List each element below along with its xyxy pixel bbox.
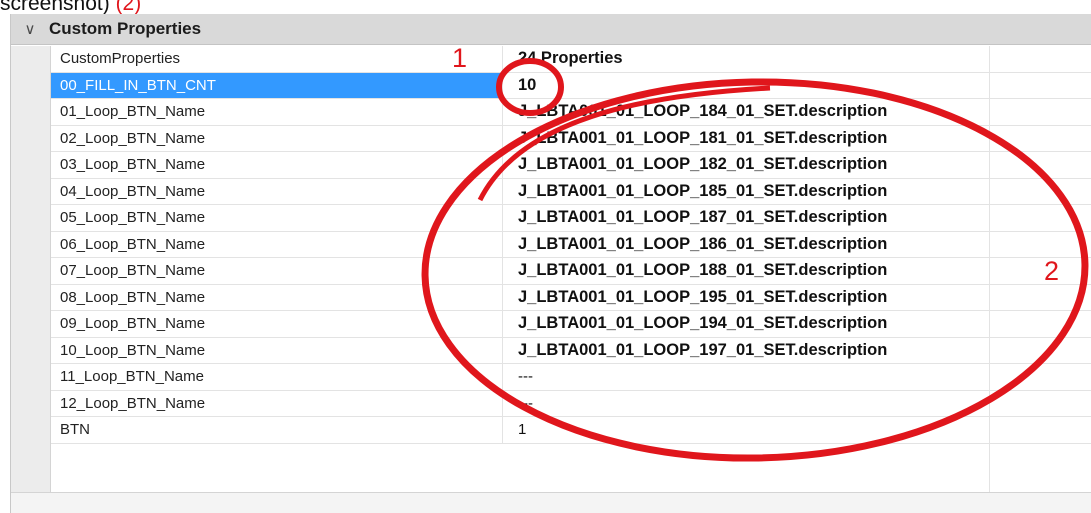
custom-properties-group-header[interactable]: ∨ Custom Properties [11,14,1091,45]
property-row[interactable]: 01_Loop_BTN_Name J_LBTA001_01_LOOP_184_01… [51,99,1091,126]
property-value[interactable]: --- [503,391,1091,417]
property-value[interactable]: 10 [503,73,1091,99]
property-value[interactable]: --- [503,364,1091,390]
property-value[interactable]: J_LBTA001_01_LOOP_184_01_SET.description [503,99,1091,125]
column-divider [989,46,990,492]
property-row[interactable]: 04_Loop_BTN_Name J_LBTA001_01_LOOP_185_01… [51,178,1091,205]
property-value[interactable]: J_LBTA001_01_LOOP_187_01_SET.description [503,205,1091,231]
caption-text: screenshot) (2) [0,0,141,14]
property-row[interactable]: 07_Loop_BTN_Name J_LBTA001_01_LOOP_188_01… [51,258,1091,285]
property-value[interactable]: J_LBTA001_01_LOOP_188_01_SET.description [503,258,1091,284]
property-value[interactable]: J_LBTA001_01_LOOP_197_01_SET.description [503,338,1091,364]
property-row[interactable]: 05_Loop_BTN_Name J_LBTA001_01_LOOP_187_01… [51,205,1091,232]
property-row[interactable]: 08_Loop_BTN_Name J_LBTA001_01_LOOP_195_01… [51,284,1091,311]
property-row[interactable]: 02_Loop_BTN_Name J_LBTA001_01_LOOP_181_01… [51,125,1091,152]
property-name[interactable]: 10_Loop_BTN_Name [51,337,503,363]
property-value[interactable]: 24 Properties [503,46,1091,72]
annotation-label-1: 1 [452,43,468,73]
property-name[interactable]: 06_Loop_BTN_Name [51,231,503,257]
property-value[interactable]: J_LBTA001_01_LOOP_194_01_SET.description [503,311,1091,337]
property-name[interactable]: 04_Loop_BTN_Name [51,178,503,204]
property-value[interactable]: 1 [503,417,1091,443]
property-name[interactable]: 11_Loop_BTN_Name [51,364,503,390]
caption-label: screenshot) [0,0,110,15]
property-row[interactable]: BTN 1 [51,417,1091,444]
property-name[interactable]: 05_Loop_BTN_Name [51,205,503,231]
property-value[interactable]: J_LBTA001_01_LOOP_185_01_SET.description [503,179,1091,205]
property-grid: ∨ Custom Properties CustomProperties 24 P… [10,14,1091,513]
property-name[interactable]: 00_FILL_IN_BTN_CNT [51,72,503,98]
property-name[interactable]: 09_Loop_BTN_Name [51,311,503,337]
chevron-down-icon[interactable]: ∨ [11,20,49,38]
property-row[interactable]: 11_Loop_BTN_Name --- [51,364,1091,391]
property-name[interactable]: 03_Loop_BTN_Name [51,152,503,178]
property-name[interactable]: 07_Loop_BTN_Name [51,258,503,284]
property-value[interactable]: J_LBTA001_01_LOOP_182_01_SET.description [503,152,1091,178]
property-value[interactable]: J_LBTA001_01_LOOP_181_01_SET.description [503,126,1091,152]
group-title: Custom Properties [49,19,202,38]
property-value[interactable]: J_LBTA001_01_LOOP_195_01_SET.description [503,285,1091,311]
property-row[interactable]: 10_Loop_BTN_Name J_LBTA001_01_LOOP_197_01… [51,337,1091,364]
property-name[interactable]: BTN [51,417,503,443]
caption-number: (2) [115,0,142,15]
property-row[interactable]: 09_Loop_BTN_Name J_LBTA001_01_LOOP_194_01… [51,311,1091,338]
property-name[interactable]: CustomProperties [51,46,503,72]
grid-footer [11,492,1091,513]
property-row[interactable]: 06_Loop_BTN_Name J_LBTA001_01_LOOP_186_01… [51,231,1091,258]
property-row[interactable]: 03_Loop_BTN_Name J_LBTA001_01_LOOP_182_01… [51,152,1091,179]
property-name[interactable]: 02_Loop_BTN_Name [51,125,503,151]
grid-margin-strip [11,46,51,492]
property-name[interactable]: 01_Loop_BTN_Name [51,99,503,125]
property-value[interactable]: J_LBTA001_01_LOOP_186_01_SET.description [503,232,1091,258]
property-rows: CustomProperties 24 Properties 00_FILL_IN_… [51,46,1091,444]
property-row[interactable]: CustomProperties 24 Properties [51,46,1091,73]
annotation-label-2: 2 [1044,256,1060,286]
property-name[interactable]: 08_Loop_BTN_Name [51,284,503,310]
screenshot-root: screenshot) (2) ∨ Custom Properties Cust… [0,0,1091,513]
property-name[interactable]: 12_Loop_BTN_Name [51,390,503,416]
property-row[interactable]: 12_Loop_BTN_Name --- [51,390,1091,417]
property-row[interactable]: 00_FILL_IN_BTN_CNT 10 [51,72,1091,99]
